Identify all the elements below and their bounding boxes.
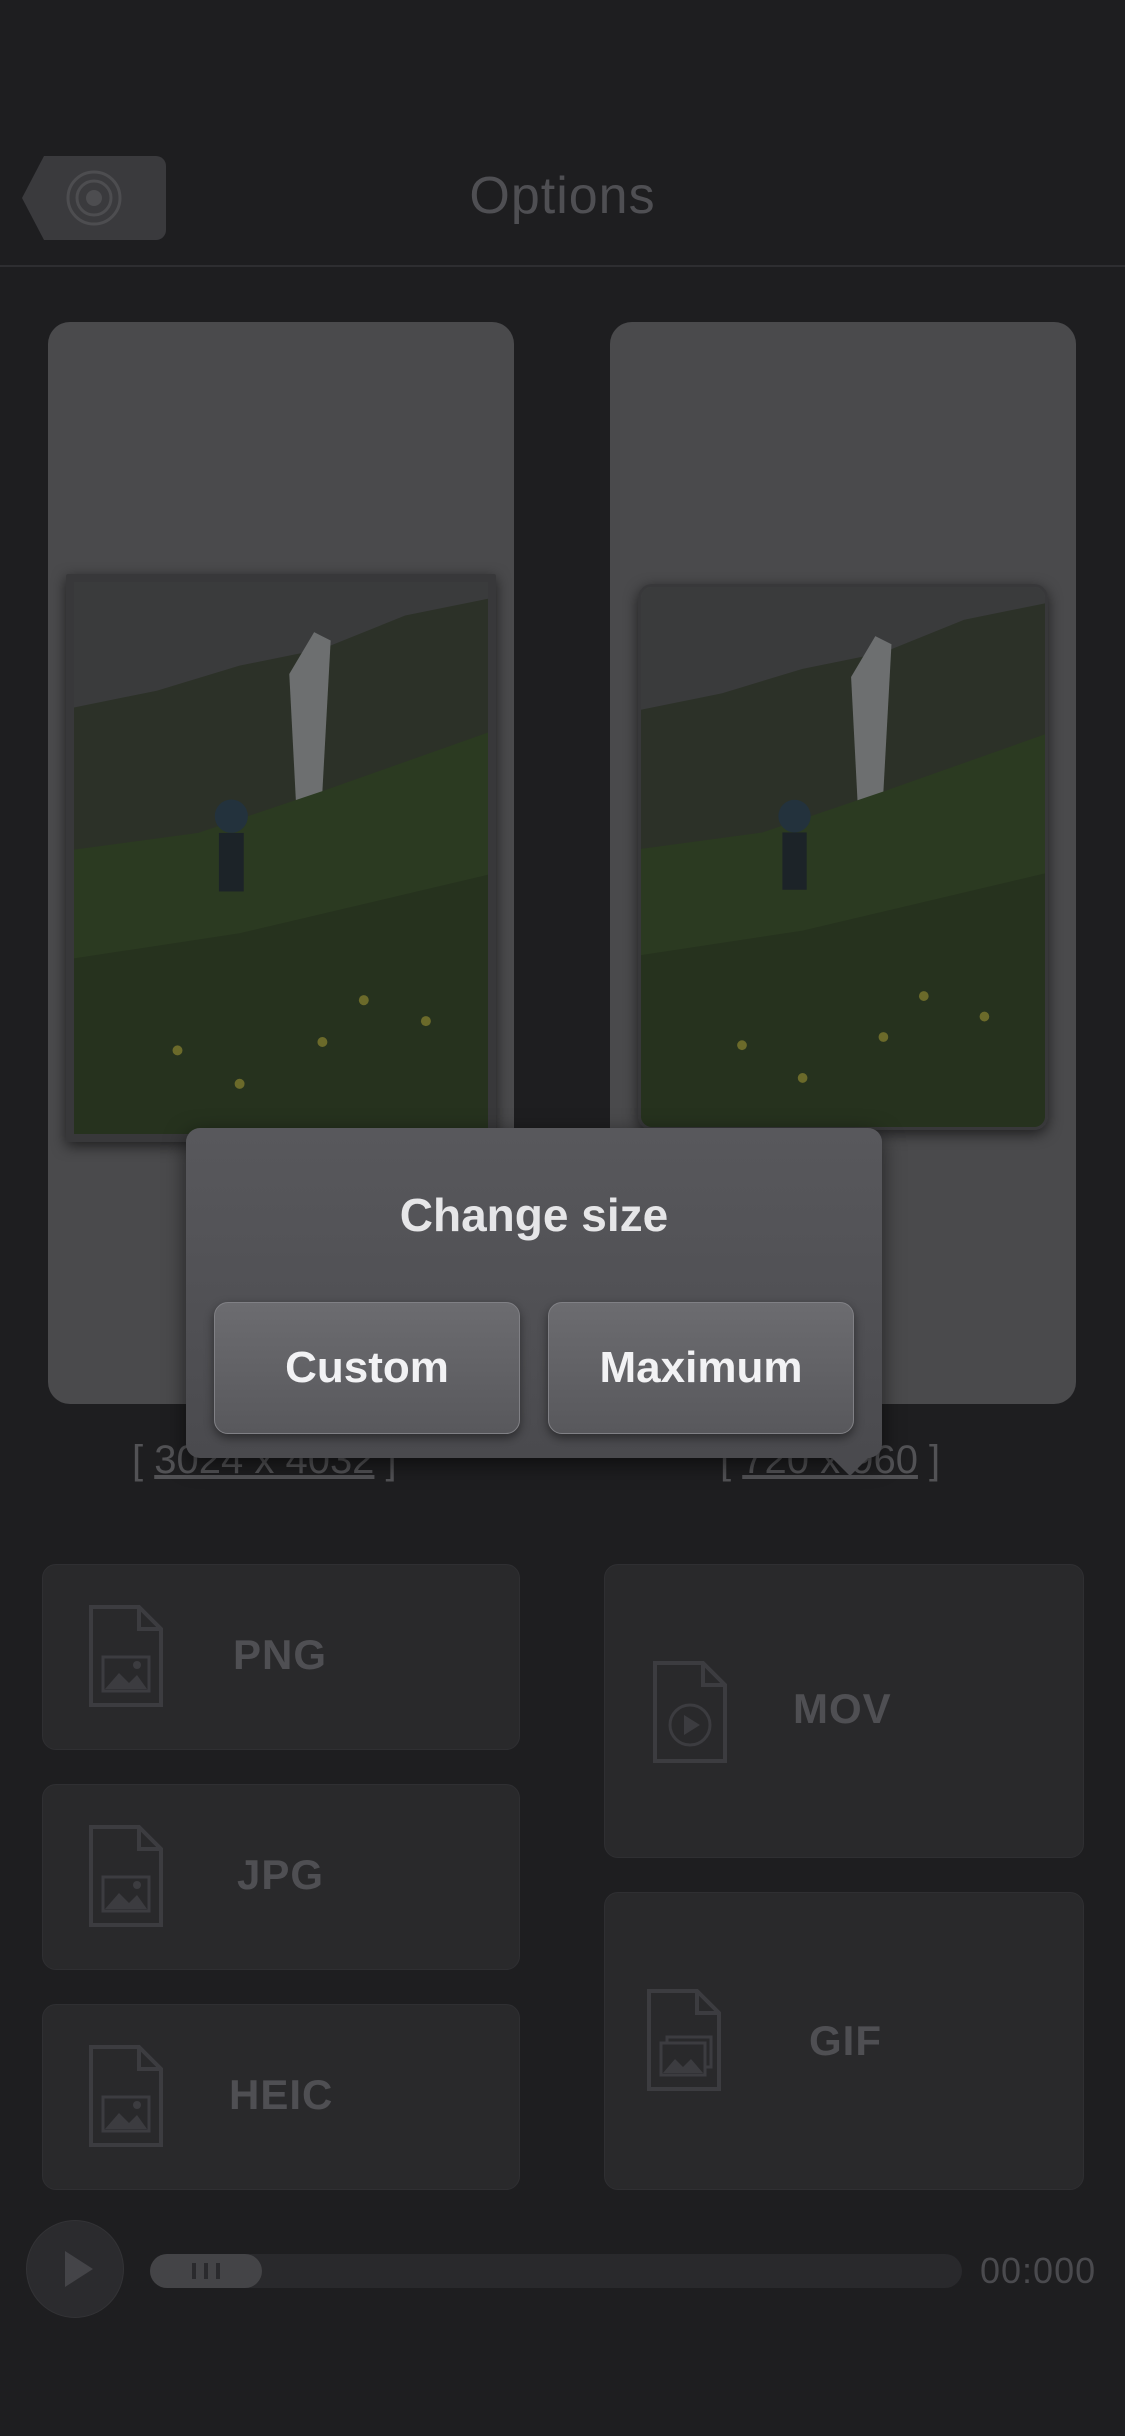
resized-photo (638, 584, 1048, 1130)
heic-button[interactable]: HEIC (42, 2004, 520, 2190)
dialog-title: Change size (399, 1189, 669, 1241)
bracket-close: ] (917, 1438, 941, 1482)
animated-image-file-icon (647, 1989, 721, 2091)
heic-label: HEIC (229, 2071, 334, 2118)
image-file-icon (89, 2045, 163, 2147)
custom-size-button[interactable]: Custom (214, 1302, 520, 1434)
grip-line (204, 2263, 208, 2279)
jpg-button[interactable]: JPG (42, 1784, 520, 1970)
image-file-icon (89, 1605, 163, 1707)
maximum-size-button[interactable]: Maximum (548, 1302, 854, 1434)
playback-bar: 00:000 (0, 2210, 1125, 2325)
jpg-label: JPG (237, 1851, 325, 1898)
change-size-popover: Change size Custom Maximum (186, 1128, 882, 1476)
video-file-icon (653, 1661, 727, 1763)
play-button[interactable] (26, 2220, 124, 2318)
time-readout: 00:000 (980, 2250, 1097, 2291)
grip-line (192, 2263, 196, 2279)
mov-button[interactable]: MOV (604, 1564, 1084, 1858)
grip-line (216, 2263, 220, 2279)
image-file-icon (89, 1825, 163, 1927)
page-title: Options (469, 167, 656, 225)
mov-label: MOV (793, 1685, 892, 1732)
png-button[interactable]: PNG (42, 1564, 520, 1750)
bracket-open: [ (132, 1438, 155, 1482)
popover-arrow (832, 1458, 868, 1476)
gif-label: GIF (809, 2017, 882, 2064)
header-bar: Options (0, 150, 1125, 267)
timeline-slider[interactable] (150, 2254, 962, 2288)
timeline-handle[interactable] (150, 2254, 262, 2288)
png-label: PNG (233, 1631, 328, 1678)
gif-button[interactable]: GIF (604, 1892, 1084, 2190)
original-photo (66, 574, 496, 1142)
play-icon (65, 2251, 93, 2287)
